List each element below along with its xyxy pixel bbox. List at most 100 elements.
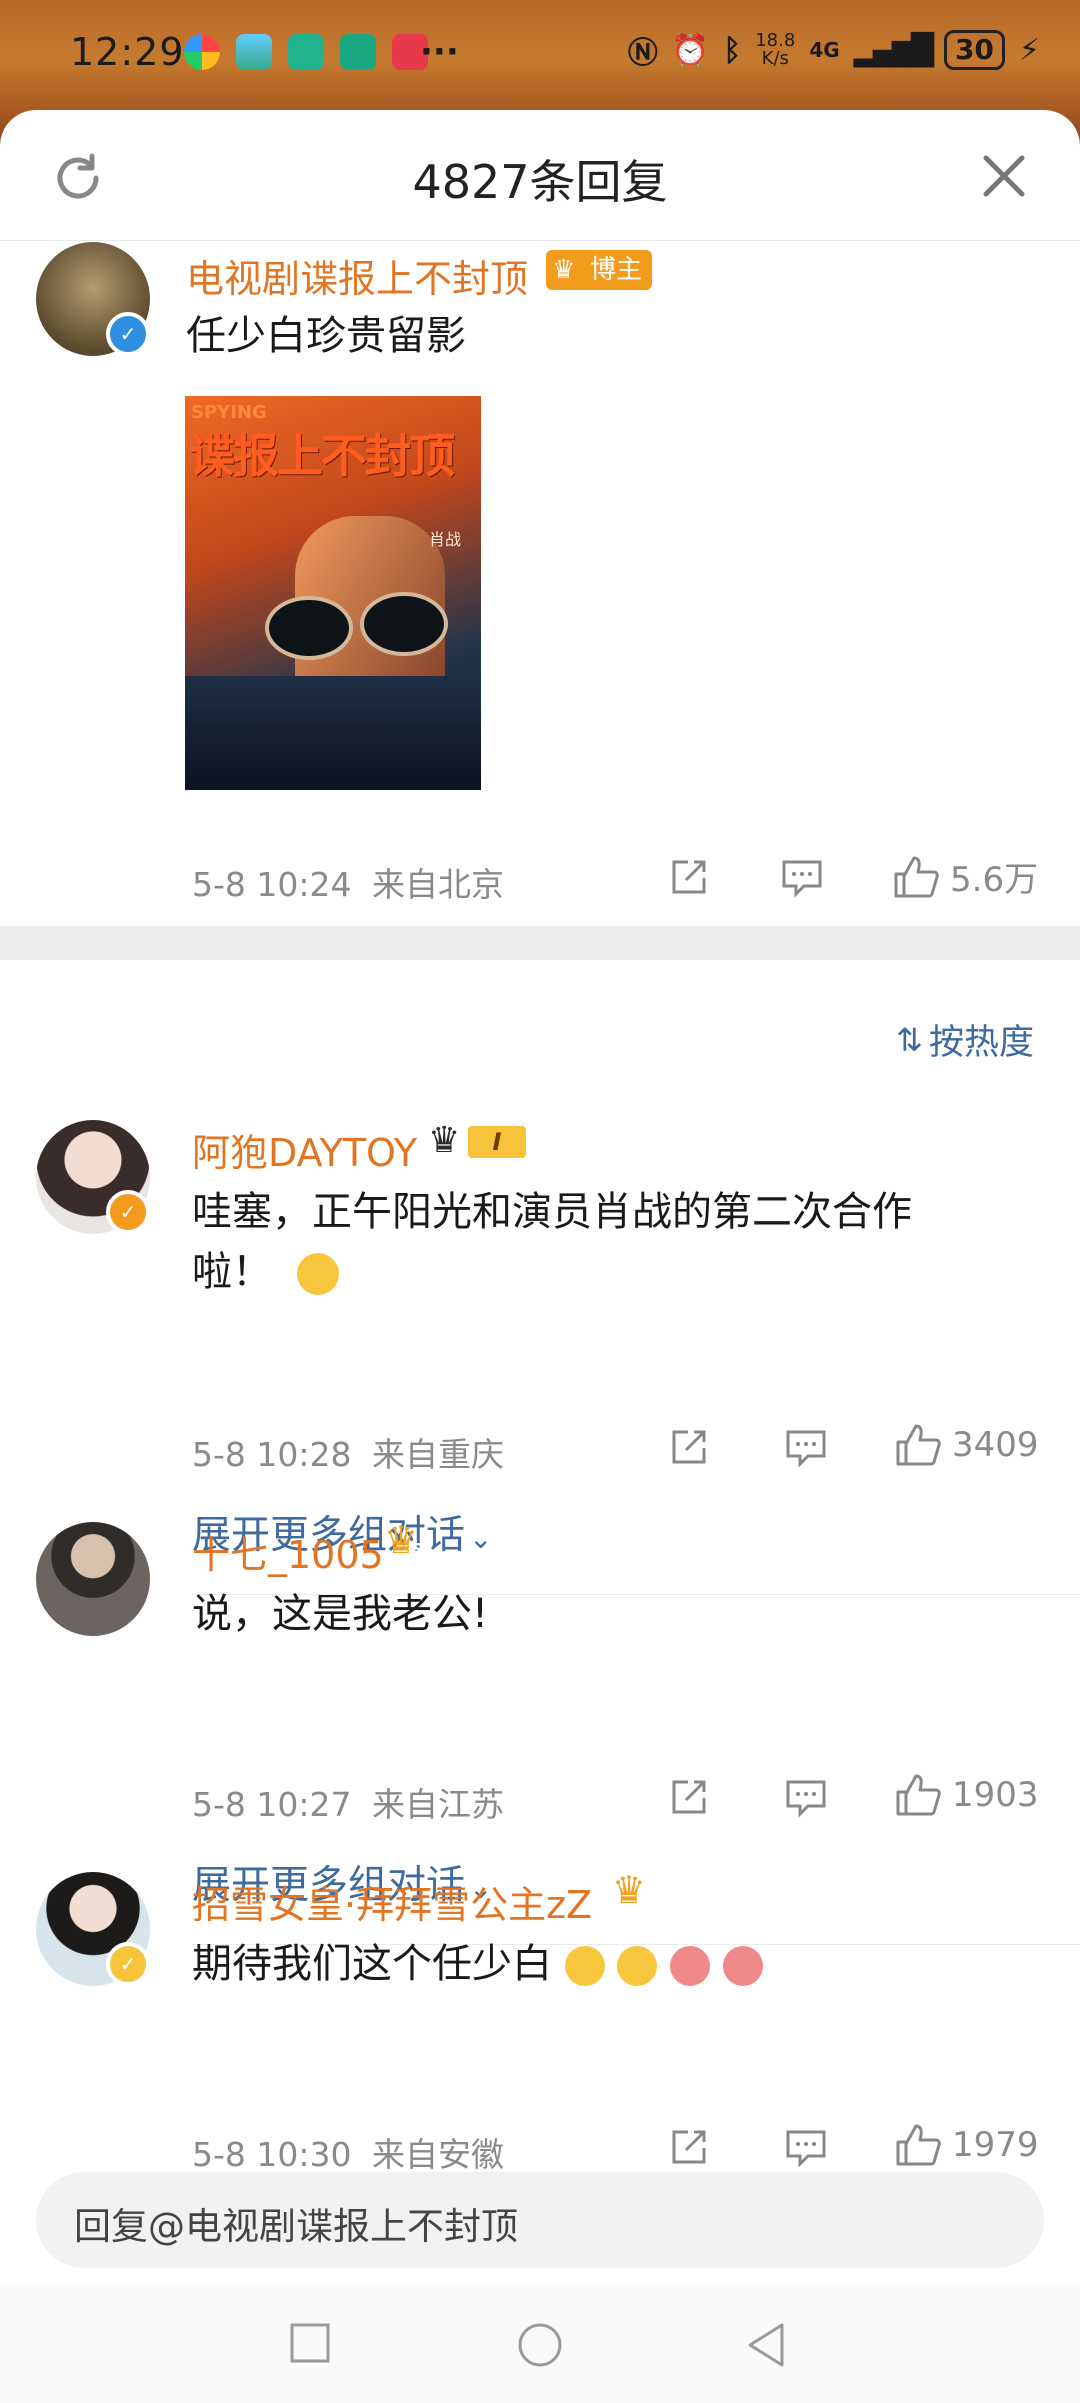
sort-icon: ⇅ [896,1020,923,1059]
reply-text-end: 啦！ [192,1249,272,1295]
section-separator [0,926,1080,960]
poster-title: 谍报上不封顶 [189,429,455,483]
reply-username[interactable]: 招雪女皇·拜拜雪公主zZ [192,1874,592,1929]
close-icon[interactable] [978,150,1030,202]
reply-text-line: 啦！ [192,1242,1032,1302]
battery-indicator: 30 [943,30,1005,70]
verified-badge-icon: ✓ [106,1942,150,1986]
sports-app-icon-2 [340,34,376,70]
reply-text: 哇塞，正午阳光和演员肖战的第二次合作 啦！ [192,1182,1032,1302]
reply-button[interactable] [784,1776,828,1818]
signal-icon: ▂▄▆█ [853,32,934,68]
like-count: 5.6万 [950,860,1039,900]
more-notifications-icon: ··· [420,32,459,72]
charging-icon: ⚡ [1018,32,1040,68]
sports-app-icon [288,34,324,70]
comment-date: 5-8 10:24 [192,865,352,904]
thumbs-up-icon [896,1774,941,1816]
reply-username[interactable]: 十七_1005 [192,1524,384,1579]
status-time: 12:29 [70,30,185,74]
sort-button[interactable]: ⇅ 按热度 [896,1014,1034,1065]
member-level-badge: ♛ I [428,1120,540,1162]
comment-date: 5-8 10:27 [192,1785,352,1824]
share-icon [672,1430,706,1464]
laughing-crying-emoji-icon [296,1253,339,1295]
nfc-icon: Ⓝ [627,36,658,71]
thumbs-up-icon [896,1424,941,1466]
blogger-tag-label: 博主 [590,255,643,285]
reply-input-placeholder: 回复@电视剧谍报上不封顶 [74,2205,518,2248]
bluetooth-icon: ᛒ [723,32,742,68]
share-button[interactable] [668,2126,710,2168]
crying-emoji-icon [670,1946,711,1986]
member-level: 6 [410,1540,423,1561]
reply-text-line: 哇塞，正午阳光和演员肖战的第二次合作 [192,1189,912,1235]
reply-meta: 5-8 10:30 来自安徽 [192,2128,504,2176]
reply-button[interactable] [784,2126,828,2168]
verified-badge-icon: ✓ [106,312,150,356]
comment-icon [786,1430,826,1468]
like-count: 1903 [952,1775,1039,1815]
member-level-badge: ♛ 6 [384,1518,428,1566]
crying-emoji-icon [722,1946,763,1986]
replies-sheet: 4827条回复 ✓ 电视剧谍报上不封顶 ♛ 博主 任少白珍贵留影 SPYING … [0,110,1080,2403]
comment-location: 来自江苏 [372,1785,504,1824]
thumbs-up-icon [894,856,939,897]
like-count: 3409 [952,1425,1039,1465]
share-button[interactable] [668,1426,710,1468]
share-button[interactable] [668,1776,710,1818]
share-icon [672,1780,706,1814]
comment-location: 来自北京 [372,865,504,904]
like-button[interactable]: 5.6万 [892,852,1038,901]
reply-meta: 5-8 10:28 来自重庆 [192,1428,504,1476]
root-username[interactable]: 电视剧谍报上不封顶 [186,248,528,303]
status-right: Ⓝ ⏰ ᛒ 18.8 K/s 4G ▂▄▆█ 30 ⚡ [628,28,1040,72]
reply-button[interactable] [780,856,824,898]
network-speed: 18.8 K/s [755,32,795,68]
member-level: I [468,1126,526,1158]
comment-icon [786,1780,826,1818]
crown-icon: ♛ [428,1120,461,1161]
like-button[interactable]: 1903 [894,1772,1039,1818]
reply-input[interactable]: 回复@电视剧谍报上不封顶 [36,2172,1044,2268]
like-button[interactable]: 1979 [894,2122,1039,2168]
thumbs-up-icon [896,2124,941,2166]
share-icon [672,860,706,894]
like-button[interactable]: 3409 [894,1422,1039,1468]
reply-button[interactable] [784,1426,828,1468]
verified-badge-icon: ✓ [106,1190,150,1234]
poster-caption: 肖战 [428,530,461,549]
network-type: 4G [809,38,840,62]
reply-text: 说，这是我老公! [192,1591,489,1637]
comment-location: 来自安徽 [372,2135,504,2174]
back-icon[interactable] [744,2321,788,2369]
cheering-emoji-icon [564,1946,605,1986]
comment-date: 5-8 10:28 [192,1435,352,1474]
root-comment-text: 任少白珍贵留影 [186,313,466,359]
avatar[interactable] [36,1522,150,1636]
sheet-header: 4827条回复 [0,110,1080,241]
crown-icon: ♛ [552,255,576,285]
alarm-icon: ⏰ [671,32,710,68]
reply-text-body: 期待我们这个任少白 [192,1941,552,1987]
reply-meta: 5-8 10:27 来自江苏 [192,1778,504,1826]
chevron-down-icon: ⌄ [469,1522,493,1555]
comment-icon [786,2130,826,2168]
member-level: 6 [638,1890,651,1911]
reply-username[interactable]: 阿狍DAYTOY [192,1122,417,1177]
system-navigation-bar [0,2285,1080,2403]
share-icon [672,2130,706,2164]
comment-image[interactable]: SPYING 谍报上不封顶 肖战 [185,396,481,790]
share-button[interactable] [668,856,710,898]
game-app-icon [236,34,272,70]
notification-icons [184,34,428,70]
app-notification-icon [184,34,220,70]
recent-apps-icon[interactable] [288,2321,332,2365]
network-speed-unit: K/s [761,48,789,69]
comment-icon [782,860,822,898]
cheering-emoji-icon [617,1946,658,1986]
member-level-badge: ♛ 6 [612,1868,656,1916]
sort-label: 按热度 [928,1023,1034,1063]
home-icon[interactable] [516,2321,564,2369]
reply-text: 期待我们这个任少白 [192,1934,763,1994]
